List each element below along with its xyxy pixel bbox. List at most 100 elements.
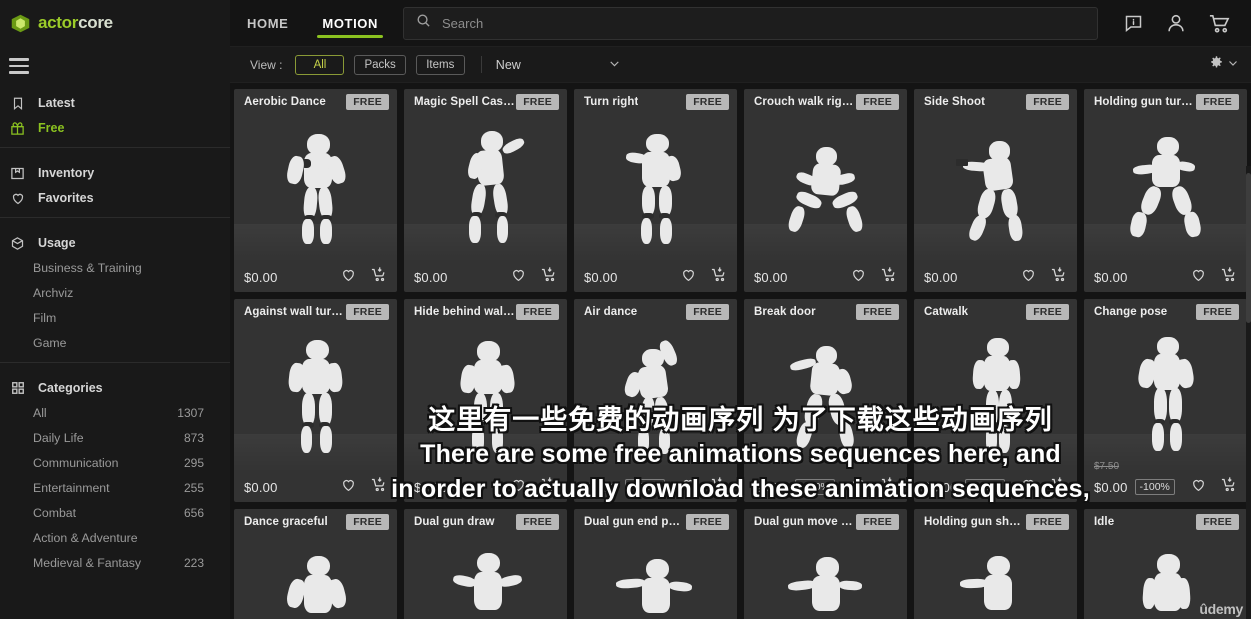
card-thumbnail <box>404 535 567 619</box>
add-to-cart-icon[interactable] <box>540 266 558 288</box>
favorite-heart-icon[interactable] <box>340 477 357 498</box>
favorite-heart-icon[interactable] <box>1020 477 1037 498</box>
favorite-heart-icon[interactable] <box>1020 267 1037 288</box>
sidebar-item-latest[interactable]: Latest <box>0 91 230 116</box>
motion-card[interactable]: Side Shoot FREE $0.00 <box>914 89 1077 292</box>
grid-scrollbar-thumb[interactable] <box>1246 173 1251 323</box>
sidebar-group-usage[interactable]: Usage <box>0 231 230 256</box>
card-header: Aerobic Dance FREE <box>234 89 397 115</box>
cart-icon[interactable] <box>1208 12 1231 35</box>
motion-card[interactable]: Against wall turn left... FREE <box>234 299 397 502</box>
favorite-heart-icon[interactable] <box>850 477 867 498</box>
hamburger-menu-icon[interactable] <box>0 46 29 88</box>
card-footer: $0.00 <box>404 262 567 292</box>
filter-chip-all-label: All <box>313 58 327 71</box>
motion-card[interactable]: Aerobic Dance FREE $0.00 <box>234 89 397 292</box>
card-footer: $0.00 <box>574 262 737 292</box>
motion-card[interactable]: Air dance FREE $0.00 -100% <box>574 299 737 502</box>
add-to-cart-icon[interactable] <box>1220 266 1238 288</box>
add-to-cart-icon[interactable] <box>540 476 558 498</box>
gift-icon <box>9 120 26 137</box>
search-box[interactable] <box>403 6 1098 40</box>
motion-card[interactable]: Dance graceful FREE <box>234 509 397 619</box>
sidebar-item-business-training[interactable]: Business & Training <box>0 256 230 281</box>
card-price: $0.00 <box>754 269 788 285</box>
add-to-cart-icon[interactable] <box>710 476 728 498</box>
sidebar-group-categories[interactable]: Categories <box>0 376 230 401</box>
sort-dropdown[interactable]: New <box>496 57 621 73</box>
add-to-cart-icon[interactable] <box>370 476 388 498</box>
sidebar-item-action-adventure[interactable]: Action & Adventure <box>0 526 230 551</box>
card-action-icons <box>680 476 728 498</box>
info-bubble-icon[interactable] <box>1123 13 1144 34</box>
sidebar-item-game[interactable]: Game <box>0 331 230 356</box>
add-to-cart-icon[interactable] <box>880 266 898 288</box>
sidebar-item-all[interactable]: All 1307 <box>0 401 230 426</box>
motion-card[interactable]: Magic Spell Cast 05 FREE $0.00 <box>404 89 567 292</box>
search-input[interactable] <box>442 15 1085 31</box>
favorite-heart-icon[interactable] <box>1190 477 1207 498</box>
add-to-cart-icon[interactable] <box>370 266 388 288</box>
card-action-icons <box>510 266 558 288</box>
motion-card[interactable]: Break door FREE $0.00 -100% <box>744 299 907 502</box>
motion-card[interactable]: Crouch walk right ag... FREE <box>744 89 907 292</box>
add-to-cart-icon[interactable] <box>880 476 898 498</box>
sidebar-item-medieval-fantasy[interactable]: Medieval & Fantasy 223 <box>0 551 230 576</box>
favorite-heart-icon[interactable] <box>510 477 527 498</box>
free-badge: FREE <box>856 514 899 530</box>
sidebar-item-free[interactable]: Free <box>0 116 230 141</box>
motion-card[interactable]: Holding gun turn to l... FREE <box>1084 89 1247 292</box>
tab-home[interactable]: HOME <box>230 0 305 47</box>
brand-logo-area[interactable]: actorcore <box>0 0 230 46</box>
motion-card[interactable]: Dual gun move and s... FREE <box>744 509 907 619</box>
card-price: $0.00 <box>924 269 958 285</box>
sidebar-item-entertainment[interactable]: Entertainment 255 <box>0 476 230 501</box>
motion-card[interactable]: Dual gun draw FREE <box>404 509 567 619</box>
settings-dropdown[interactable] <box>1209 55 1239 75</box>
favorite-heart-icon[interactable] <box>850 267 867 288</box>
favorite-heart-icon[interactable] <box>680 267 697 288</box>
add-to-cart-icon[interactable] <box>1220 476 1238 498</box>
card-header: Break door FREE <box>744 299 907 325</box>
card-thumbnail <box>404 115 567 262</box>
card-footer: $0.00 <box>404 472 567 502</box>
motion-card[interactable]: Hide behind wall and... FREE <box>404 299 567 502</box>
sidebar-item-daily-life[interactable]: Daily Life 873 <box>0 426 230 451</box>
favorite-heart-icon[interactable] <box>1190 267 1207 288</box>
card-row: Dance graceful FREE Dual gun draw FREE D… <box>230 509 1251 619</box>
motion-card[interactable]: Holding gun shooting FREE <box>914 509 1077 619</box>
filter-chip-all[interactable]: All <box>295 54 345 75</box>
sidebar-item-film[interactable]: Film <box>0 306 230 331</box>
box-icon <box>9 165 26 182</box>
add-to-cart-icon[interactable] <box>1050 476 1068 498</box>
card-title: Magic Spell Cast 05 <box>414 96 517 108</box>
tab-motion[interactable]: MOTION <box>305 0 395 47</box>
motion-card[interactable]: Dual gun end pose FREE <box>574 509 737 619</box>
card-thumbnail <box>234 115 397 262</box>
motion-card[interactable]: Catwalk FREE $0.00 -100% <box>914 299 1077 502</box>
favorite-heart-icon[interactable] <box>510 267 527 288</box>
sidebar-item-archviz[interactable]: Archviz <box>0 281 230 306</box>
sidebar-item-combat[interactable]: Combat 656 <box>0 501 230 526</box>
discount-badge: -100% <box>794 479 835 495</box>
motion-card[interactable]: Turn right FREE $0.00 <box>574 89 737 292</box>
mannequin-figure <box>744 115 907 262</box>
favorite-heart-icon[interactable] <box>680 477 697 498</box>
free-badge: FREE <box>686 94 729 110</box>
card-thumbnail <box>744 535 907 619</box>
card-price: $0.00 <box>924 479 958 495</box>
actorcore-logo-icon <box>10 13 31 34</box>
free-badge: FREE <box>856 304 899 320</box>
filter-chip-packs-label: Packs <box>364 58 396 71</box>
user-icon[interactable] <box>1165 12 1187 34</box>
filter-chip-packs[interactable]: Packs <box>354 54 406 75</box>
sidebar-item-communication[interactable]: Communication 295 <box>0 451 230 476</box>
motion-card[interactable]: Change pose FREE $7.50 $0.00 -100% <box>1084 299 1247 502</box>
add-to-cart-icon[interactable] <box>710 266 728 288</box>
sidebar-item-favorites[interactable]: Favorites <box>0 186 230 211</box>
filter-chip-items[interactable]: Items <box>415 54 465 75</box>
favorite-heart-icon[interactable] <box>340 267 357 288</box>
add-to-cart-icon[interactable] <box>1050 266 1068 288</box>
sidebar-item-inventory[interactable]: Inventory <box>0 161 230 186</box>
